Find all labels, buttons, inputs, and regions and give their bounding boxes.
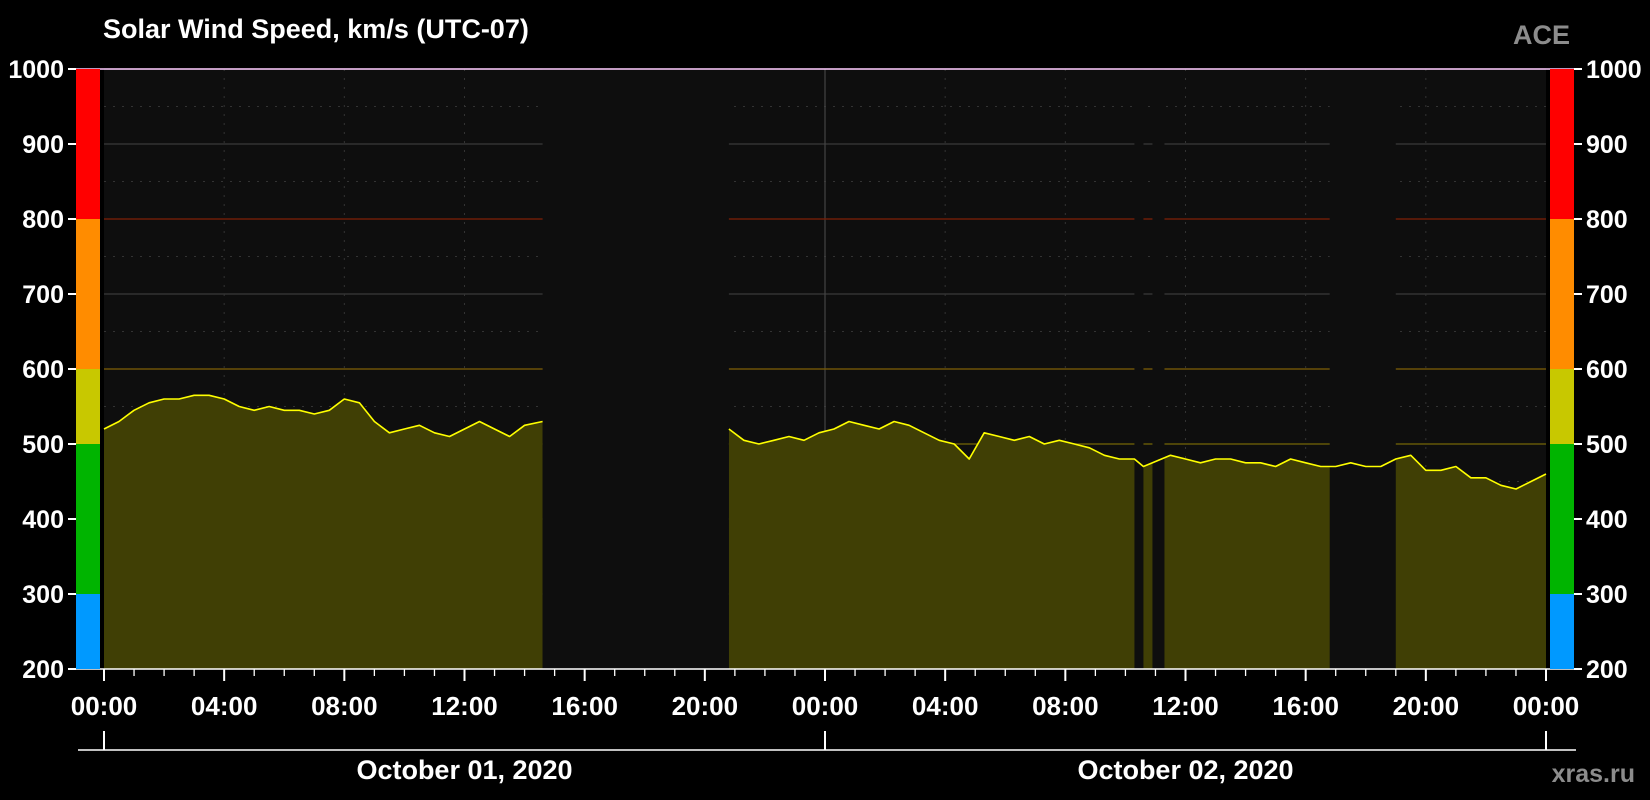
y-tick-label-left: 600 — [22, 356, 64, 384]
y-tick-label-right: 700 — [1586, 281, 1628, 309]
watermark: xras.ru — [1552, 760, 1635, 788]
scale-band-left — [76, 219, 100, 369]
y-tick-label-right: 200 — [1586, 656, 1628, 684]
scale-band-left — [76, 594, 100, 669]
y-tick-label-right: 300 — [1586, 581, 1628, 609]
y-tick-label-right: 500 — [1586, 431, 1628, 459]
x-tick-label: 20:00 — [672, 691, 739, 721]
y-tick-label-right: 800 — [1586, 206, 1628, 234]
y-tick-label-right: 1000 — [1586, 56, 1642, 84]
data-gap — [1134, 69, 1144, 669]
x-tick-label: 12:00 — [431, 691, 498, 721]
x-tick-label: 00:00 — [792, 691, 859, 721]
y-tick-label-right: 400 — [1586, 506, 1628, 534]
series-area — [104, 395, 543, 669]
x-tick-label: 20:00 — [1393, 691, 1460, 721]
plot-area — [103, 68, 1547, 670]
scale-band-right — [1550, 69, 1574, 219]
y-tick-label-left: 500 — [22, 431, 64, 459]
y-tick-label-right: 600 — [1586, 356, 1628, 384]
x-tick-label: 16:00 — [551, 691, 618, 721]
scale-band-right — [1550, 594, 1574, 669]
y-tick-label-right: 900 — [1586, 131, 1628, 159]
scale-band-right — [1550, 369, 1574, 444]
x-tick-label: 04:00 — [191, 691, 258, 721]
x-tick-label: 00:00 — [71, 691, 138, 721]
data-gap — [1152, 69, 1165, 669]
source-label: ACE — [1513, 20, 1570, 50]
x-tick-label: 04:00 — [912, 691, 979, 721]
y-tick-label-left: 700 — [22, 281, 64, 309]
scale-band-right — [1550, 219, 1574, 369]
date-label: October 01, 2020 — [356, 755, 572, 785]
x-tick-label: 00:00 — [1513, 691, 1580, 721]
date-label: October 02, 2020 — [1077, 755, 1293, 785]
data-gap — [542, 69, 729, 669]
data-gap — [1329, 69, 1396, 669]
x-tick-label: 16:00 — [1272, 691, 1339, 721]
scale-band-left — [76, 69, 100, 219]
x-tick-label: 08:00 — [1032, 691, 1099, 721]
y-tick-label-left: 400 — [22, 506, 64, 534]
scale-band-left — [76, 444, 100, 594]
y-tick-label-left: 900 — [22, 131, 64, 159]
chart-title: Solar Wind Speed, km/s (UTC-07) — [103, 14, 529, 44]
y-tick-label-left: 200 — [22, 656, 64, 684]
y-tick-label-left: 800 — [22, 206, 64, 234]
y-tick-label-left: 1000 — [8, 56, 64, 84]
y-tick-label-left: 300 — [22, 581, 64, 609]
x-tick-label: 08:00 — [311, 691, 378, 721]
x-tick-label: 12:00 — [1152, 691, 1219, 721]
scale-band-left — [76, 369, 100, 444]
solar-wind-chart: Solar Wind Speed, km/s (UTC-07) ACE xras… — [0, 0, 1650, 800]
scale-band-right — [1550, 444, 1574, 594]
